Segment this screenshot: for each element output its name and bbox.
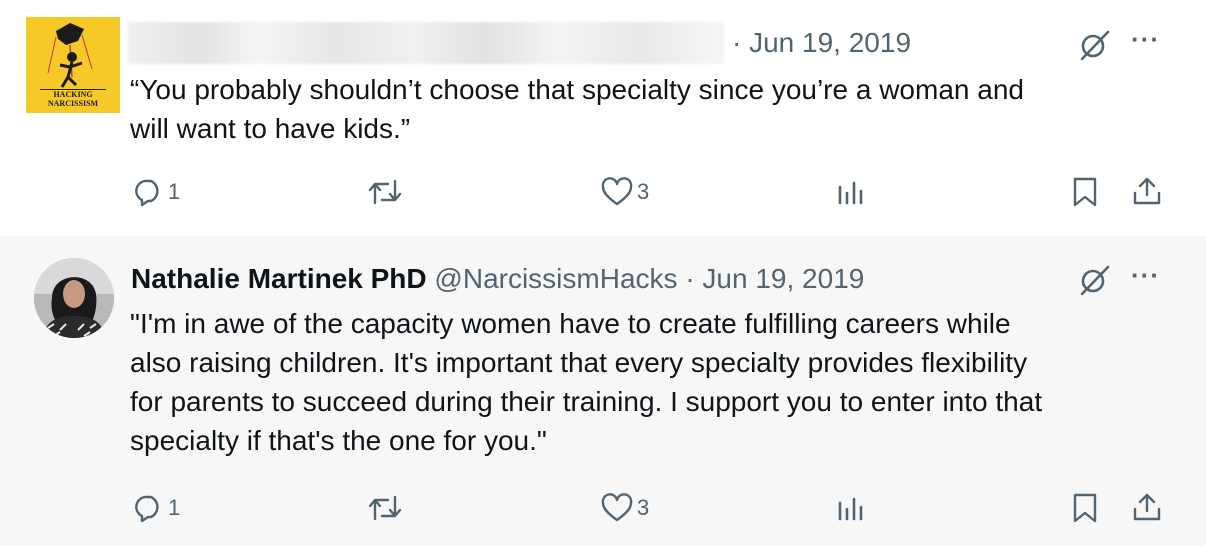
share-icon [1133, 493, 1161, 521]
tweet-text-line: "I'm in awe of the capacity women have t… [130, 308, 1011, 339]
like-count: 3 [637, 179, 650, 204]
profile-photo [34, 258, 114, 338]
more-options-icon[interactable]: ··· [1131, 260, 1160, 291]
like-button[interactable]: 3 [601, 177, 649, 207]
heart-icon [601, 177, 633, 206]
heart-icon [601, 493, 633, 522]
user-handle[interactable]: @NarcissismHacks [434, 263, 677, 294]
tweet-text-line: for parents to succeed during their trai… [130, 386, 1043, 417]
reply-button[interactable]: 1 [134, 493, 180, 523]
like-button[interactable]: 3 [601, 493, 649, 523]
bookmark-icon [1073, 493, 1097, 523]
tweet-text-line: “You probably shouldn’t choose that spec… [130, 74, 1024, 105]
grok-icon[interactable] [1078, 263, 1112, 297]
more-options-icon[interactable]: ··· [1131, 24, 1160, 55]
reply-count: 1 [168, 495, 181, 520]
bookmark-icon [1073, 177, 1097, 207]
avatar[interactable]: HACKING NARCISSISM [26, 17, 120, 113]
redacted-name [128, 22, 724, 64]
reply-icon [135, 495, 159, 523]
display-name[interactable]: Nathalie Martinek PhD [131, 263, 427, 294]
share-button[interactable] [1131, 491, 1163, 523]
tweet-text-line: also raising children. It's important th… [130, 347, 1028, 378]
tweet-date[interactable]: · Jun 19, 2019 [685, 263, 864, 294]
retweet-icon [368, 179, 402, 205]
grok-icon[interactable] [1078, 28, 1112, 62]
tweet-text: "I'm in awe of the capacity women have t… [130, 304, 1042, 460]
like-count: 3 [637, 495, 650, 520]
share-icon [1133, 177, 1161, 205]
analytics-icon [838, 497, 863, 521]
analytics-icon [838, 181, 863, 205]
reply-button[interactable]: 1 [134, 177, 180, 207]
tweet-text: “You probably shouldn’t choose that spec… [130, 70, 1024, 148]
tweet-text-line: specialty if that's the one for you." [130, 425, 547, 456]
views-button[interactable] [836, 493, 866, 523]
tweet-2[interactable]: Nathalie Martinek PhD @NarcissismHacks ·… [0, 236, 1206, 546]
tweet-text-line: will want to have kids.” [130, 113, 411, 144]
retweet-button[interactable] [368, 177, 402, 207]
avatar[interactable] [34, 258, 114, 338]
tweet-1[interactable]: HACKING NARCISSISM · Jun 19, 2019 ··· “Y… [0, 0, 1206, 236]
logo-text-line: HACKING [53, 90, 93, 99]
tweet-date[interactable]: · Jun 19, 2019 [732, 27, 911, 59]
share-button[interactable] [1131, 175, 1163, 207]
reply-icon [135, 179, 159, 207]
reply-count: 1 [168, 179, 181, 204]
bookmark-button[interactable] [1071, 176, 1099, 208]
logo-text-line: NARCISSISM [47, 99, 99, 108]
tweet-header: Nathalie Martinek PhD @NarcissismHacks ·… [131, 263, 864, 295]
bookmark-button[interactable] [1071, 492, 1099, 524]
retweet-icon [368, 495, 402, 521]
retweet-button[interactable] [368, 493, 402, 523]
views-button[interactable] [836, 177, 866, 207]
